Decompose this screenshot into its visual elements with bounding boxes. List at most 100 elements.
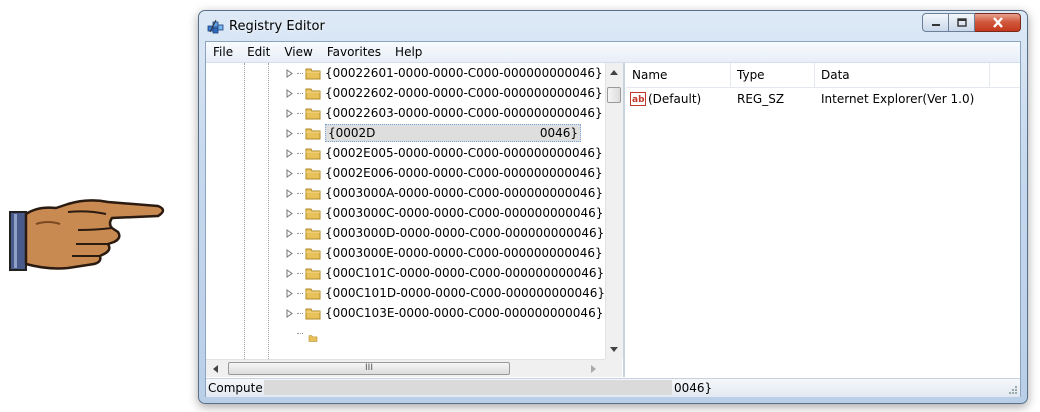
selected-key-prefix: {0002D bbox=[328, 126, 376, 140]
menu-view[interactable]: View bbox=[277, 45, 319, 59]
tree-connector bbox=[297, 332, 303, 334]
tree-horizontal-scrollbar[interactable]: III bbox=[206, 359, 605, 377]
values-list-pane[interactable]: Name Type Data ab (Default) REG_SZ Inter… bbox=[626, 63, 1020, 377]
expand-arrow-icon[interactable] bbox=[286, 148, 294, 158]
menu-favorites[interactable]: Favorites bbox=[320, 45, 388, 59]
expand-arrow-icon[interactable] bbox=[286, 108, 294, 118]
tree-item[interactable]: {0003000C-0000-0000-C000-000000000046} bbox=[286, 203, 603, 223]
registry-editor-window: Registry Editor File Edit View Favorites… bbox=[198, 10, 1028, 404]
close-icon bbox=[992, 17, 1003, 28]
tree-item[interactable]: {00022603-0000-0000-C000-000000000046} bbox=[286, 103, 603, 123]
folder-icon bbox=[305, 188, 321, 200]
tree-item[interactable]: {0002E006-0000-0000-C000-000000000046} bbox=[286, 163, 603, 183]
tree-connector bbox=[297, 92, 303, 94]
expand-arrow-icon[interactable] bbox=[286, 168, 294, 178]
scroll-up-icon[interactable] bbox=[610, 69, 618, 75]
tree-vertical-scrollbar[interactable] bbox=[605, 63, 623, 359]
tree-item-selected[interactable]: {0002D 0046} bbox=[286, 123, 581, 143]
folder-icon bbox=[305, 88, 321, 100]
tree-connector bbox=[297, 292, 303, 294]
expand-arrow-icon[interactable] bbox=[286, 268, 294, 278]
value-row[interactable]: ab (Default) REG_SZ Internet Explorer(Ve… bbox=[626, 90, 1020, 110]
tree-item[interactable]: {00022602-0000-0000-C000-000000000046} bbox=[286, 83, 603, 103]
tree-item-label: {00022602-0000-0000-C000-000000000046} bbox=[325, 86, 603, 100]
minimize-icon bbox=[931, 23, 940, 26]
folder-icon bbox=[305, 148, 321, 160]
folder-icon bbox=[305, 208, 321, 220]
expand-arrow-icon[interactable] bbox=[286, 208, 294, 218]
status-path-redacted bbox=[264, 380, 672, 395]
menu-edit[interactable]: Edit bbox=[240, 45, 277, 59]
client-area: File Edit View Favorites Help {00022601-… bbox=[205, 41, 1021, 397]
tree-item-label: {00022603-0000-0000-C000-000000000046} bbox=[325, 106, 603, 120]
expand-arrow-icon[interactable] bbox=[286, 308, 294, 318]
folder-icon bbox=[305, 308, 321, 320]
tree-item[interactable]: {000C101D-0000-0000-C000-000000000046} bbox=[286, 283, 605, 303]
minimize-button[interactable] bbox=[922, 13, 949, 32]
value-name-cell: ab (Default) bbox=[630, 92, 701, 106]
column-header-name[interactable]: Name bbox=[626, 63, 731, 87]
key-tree-pane[interactable]: {00022601-0000-0000-C000-000000000046} {… bbox=[206, 63, 625, 377]
tree-item-partial[interactable] bbox=[286, 323, 325, 343]
tree-item[interactable]: {0002E005-0000-0000-C000-000000000046} bbox=[286, 143, 603, 163]
tree-connector bbox=[297, 192, 303, 194]
folder-icon bbox=[305, 248, 321, 260]
maximize-button[interactable] bbox=[949, 13, 975, 32]
expand-arrow-icon[interactable] bbox=[286, 88, 294, 98]
tree-item[interactable]: {000C103E-0000-0000-C000-000000000046} bbox=[286, 303, 603, 323]
tree-item-label: {000C103E-0000-0000-C000-000000000046} bbox=[325, 306, 604, 320]
pointing-hand-icon bbox=[9, 199, 165, 271]
menu-file[interactable]: File bbox=[206, 45, 240, 59]
expand-arrow-icon[interactable] bbox=[286, 248, 294, 258]
folder-icon bbox=[305, 128, 321, 140]
folder-icon bbox=[305, 108, 321, 120]
scroll-down-icon[interactable] bbox=[610, 347, 618, 353]
vertical-scroll-thumb[interactable] bbox=[607, 87, 621, 103]
tree-item[interactable]: {0003000D-0000-0000-C000-000000000046} bbox=[286, 223, 604, 243]
tree-connector bbox=[297, 312, 303, 314]
tree-connector bbox=[297, 172, 303, 174]
tree-item-label: {0002E006-0000-0000-C000-000000000046} bbox=[325, 166, 603, 180]
status-path-start: Compute bbox=[208, 381, 263, 395]
folder-icon bbox=[305, 228, 321, 240]
window-title: Registry Editor bbox=[229, 19, 325, 34]
folder-icon bbox=[305, 168, 321, 180]
expand-arrow-icon[interactable] bbox=[286, 128, 294, 138]
column-header-type[interactable]: Type bbox=[731, 63, 815, 87]
tree-item-label: {0003000E-0000-0000-C000-000000000046} bbox=[325, 246, 603, 260]
expand-arrow-icon[interactable] bbox=[286, 288, 294, 298]
expand-arrow-icon[interactable] bbox=[286, 188, 294, 198]
tree-item[interactable]: {00022601-0000-0000-C000-000000000046} bbox=[286, 63, 603, 83]
caption-buttons bbox=[922, 13, 1021, 34]
tree-item-label: {000C101D-0000-0000-C000-000000000046} bbox=[325, 286, 605, 300]
scroll-left-icon[interactable] bbox=[212, 365, 218, 373]
tree-item[interactable]: {000C101C-0000-0000-C000-000000000046} bbox=[286, 263, 604, 283]
horizontal-scroll-thumb[interactable]: III bbox=[228, 362, 510, 375]
folder-icon bbox=[308, 335, 318, 342]
expand-arrow-icon[interactable] bbox=[286, 228, 294, 238]
tree-connector bbox=[297, 72, 303, 74]
maximize-icon bbox=[956, 18, 967, 27]
status-path-end: 0046} bbox=[674, 381, 713, 395]
tree-item-label: {00022601-0000-0000-C000-000000000046} bbox=[325, 66, 603, 80]
title-bar[interactable]: Registry Editor bbox=[199, 11, 1027, 41]
list-header: Name Type Data bbox=[626, 63, 1020, 88]
string-value-icon: ab bbox=[630, 92, 646, 106]
tree-connector bbox=[297, 112, 303, 114]
expand-arrow-icon[interactable] bbox=[286, 68, 294, 78]
tree-item-label: {0003000C-0000-0000-C000-000000000046} bbox=[325, 206, 604, 220]
menu-help[interactable]: Help bbox=[388, 45, 429, 59]
status-bar: Compute 0046} bbox=[206, 378, 1020, 397]
tree-item[interactable]: {0003000E-0000-0000-C000-000000000046} bbox=[286, 243, 603, 263]
scroll-corner bbox=[605, 359, 622, 377]
scroll-right-icon[interactable] bbox=[591, 365, 597, 373]
tree-item[interactable]: {0003000A-0000-0000-C000-000000000046} bbox=[286, 183, 603, 203]
folder-icon bbox=[305, 268, 321, 280]
tree-item-label: {000C101C-0000-0000-C000-000000000046} bbox=[325, 266, 605, 280]
column-header-data[interactable]: Data bbox=[815, 63, 990, 87]
tree-item-label: {0002E005-0000-0000-C000-000000000046} bbox=[325, 146, 603, 160]
resize-grip-icon[interactable] bbox=[1008, 385, 1018, 395]
folder-icon bbox=[305, 288, 321, 300]
close-button[interactable] bbox=[975, 13, 1021, 32]
tree-connector bbox=[297, 152, 303, 154]
